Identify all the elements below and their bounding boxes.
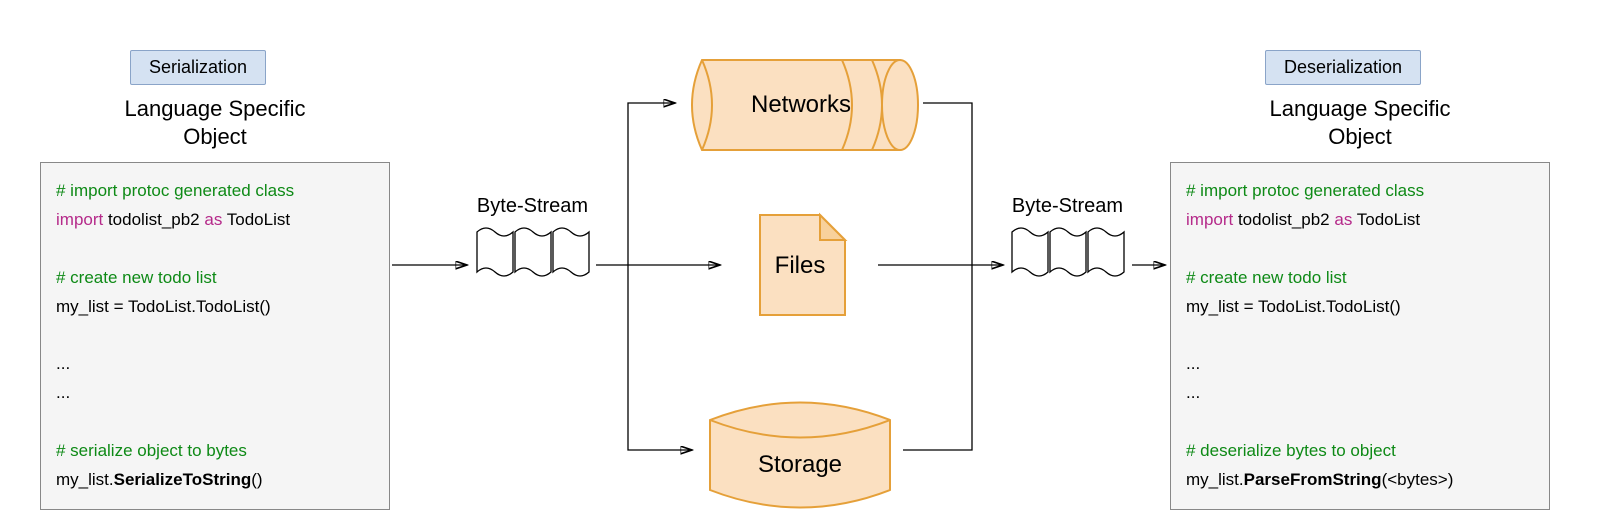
code-text: todolist_pb2 [103, 210, 204, 229]
code-text: () [251, 470, 262, 489]
code-comment: # import protoc generated class [1186, 181, 1424, 200]
code-text: my_list. [1186, 470, 1244, 489]
bytestream-docs-icon [975, 224, 1160, 280]
code-text: (<bytes>) [1382, 470, 1454, 489]
code-comment: # create new todo list [1186, 268, 1347, 287]
text-line: Object [1328, 124, 1392, 149]
storage-cylinder-icon [700, 395, 900, 515]
code-comment: # serialize object to bytes [56, 441, 247, 460]
code-comment: # deserialize bytes to object [1186, 441, 1396, 460]
code-text: ... [56, 354, 70, 373]
code-method: SerializeToString [114, 470, 252, 489]
serialization-badge: Serialization [130, 50, 266, 85]
text-line: Object [183, 124, 247, 149]
deserialization-stage: Deserialization Language Specific Object… [1170, 50, 1550, 510]
text-line: Language Specific [124, 96, 305, 121]
networks-cylinder-icon [682, 55, 920, 155]
bytestream-label: Byte-Stream [975, 195, 1160, 218]
deserialization-subtitle: Language Specific Object [1170, 95, 1550, 150]
bytestream-label: Byte-Stream [440, 195, 625, 218]
serialization-subtitle: Language Specific Object [40, 95, 390, 150]
code-text: TodoList [222, 210, 290, 229]
code-comment: # import protoc generated class [56, 181, 294, 200]
code-text: ... [56, 383, 70, 402]
files-node: Files [725, 210, 875, 325]
deserialization-badge: Deserialization [1265, 50, 1421, 85]
code-keyword: as [1334, 210, 1352, 229]
code-keyword: as [204, 210, 222, 229]
code-comment: # create new todo list [56, 268, 217, 287]
file-icon [725, 210, 875, 320]
networks-node: Networks [682, 55, 920, 160]
text-line: Language Specific [1269, 96, 1450, 121]
serialization-code: # import protoc generated class import t… [40, 162, 390, 510]
code-method: ParseFromString [1244, 470, 1382, 489]
deserialization-code: # import protoc generated class import t… [1170, 162, 1550, 510]
code-text: ... [1186, 354, 1200, 373]
code-keyword: import [1186, 210, 1233, 229]
code-text: my_list = TodoList.TodoList() [1186, 297, 1401, 316]
code-text: todolist_pb2 [1233, 210, 1334, 229]
bytestream-docs-icon [440, 224, 625, 280]
bytestream-right: Byte-Stream [975, 195, 1160, 280]
code-text: ... [1186, 383, 1200, 402]
bytestream-left: Byte-Stream [440, 195, 625, 280]
serialization-stage: Serialization Language Specific Object #… [40, 50, 390, 510]
code-text: my_list. [56, 470, 114, 489]
storage-node: Storage [700, 395, 900, 520]
code-text: my_list = TodoList.TodoList() [56, 297, 271, 316]
code-text: TodoList [1352, 210, 1420, 229]
code-keyword: import [56, 210, 103, 229]
